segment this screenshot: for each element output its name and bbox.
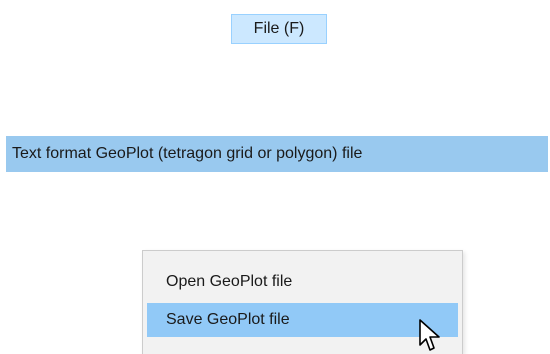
file-menu[interactable]: File (F) xyxy=(231,14,327,44)
submenu-item-label: Text format GeoPlot (tetragon grid or po… xyxy=(12,145,363,162)
context-menu: Open GeoPlot file Save GeoPlot file xyxy=(142,250,463,354)
menu-item-label: Save GeoPlot file xyxy=(166,311,290,328)
menu-item-label: Open GeoPlot file xyxy=(166,273,293,290)
file-menu-label: File (F) xyxy=(253,20,305,37)
menu-item-save-geoplot-file[interactable]: Save GeoPlot file xyxy=(147,303,458,337)
mouse-pointer-icon xyxy=(419,319,440,351)
submenu-item-text-format-geoplot[interactable]: Text format GeoPlot (tetragon grid or po… xyxy=(6,136,548,172)
menu-item-open-geoplot-file[interactable]: Open GeoPlot file xyxy=(147,265,458,299)
